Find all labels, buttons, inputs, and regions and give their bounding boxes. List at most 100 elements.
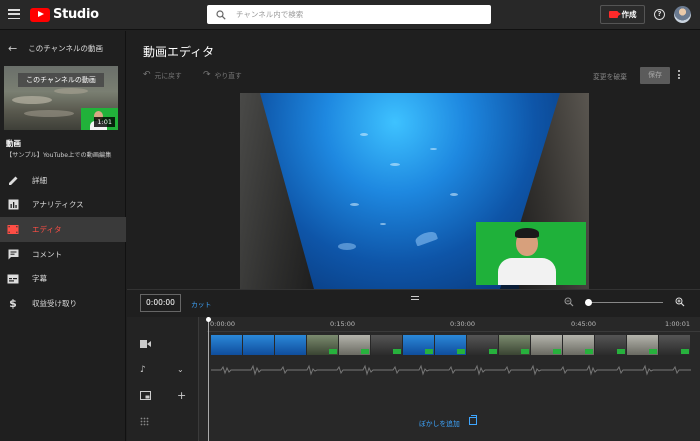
frame-pip — [361, 349, 369, 354]
frame-pip — [649, 349, 657, 354]
preview-fish — [350, 203, 359, 206]
add-blur-link[interactable]: ぼかしを追加 — [419, 418, 460, 428]
frame-pip — [457, 349, 465, 354]
time-tick: 1:00:01 — [665, 320, 691, 328]
timeline-header: 0:00:00 カット — [127, 290, 700, 314]
sidebar-nav: 詳細 アナリティクス エディタ コメント 字幕 $ 収益受け取り — [0, 168, 126, 316]
presenter-overlay — [476, 222, 586, 285]
frame-pip — [585, 349, 593, 354]
zoom-slider-knob[interactable] — [585, 299, 592, 306]
sidebar-item-label: 字幕 — [32, 274, 47, 284]
film-icon — [7, 223, 19, 235]
end-screen-icon — [140, 391, 151, 400]
track-controls: ♪ ⌄ + — [127, 317, 199, 441]
video-frame — [243, 335, 274, 355]
playhead[interactable] — [206, 317, 211, 441]
frame-pip — [521, 349, 529, 354]
sidebar-item-label: エディタ — [32, 224, 62, 234]
time-ruler[interactable]: 0:00:00 0:15:00 0:30:00 0:45:00 1:00:01 — [207, 317, 700, 331]
add-icon[interactable]: + — [177, 389, 186, 402]
frame-pip — [425, 349, 433, 354]
sidebar-item-label: アナリティクス — [32, 200, 84, 210]
sidebar-item-details[interactable]: 詳細 — [0, 168, 126, 193]
chevron-down-icon[interactable]: ⌄ — [177, 365, 184, 374]
video-preview[interactable] — [240, 93, 589, 289]
youtube-logo-icon — [30, 7, 50, 22]
video-frame — [595, 335, 626, 355]
timeline: 0:00:00 カット ♪ ⌄ + 0:00:00 0:15:00 0:30:0… — [127, 289, 700, 441]
sidebar: ← このチャンネルの動画 このチャンネルの動画 1:01 動画 【サンプル】Yo… — [0, 31, 126, 441]
save-button[interactable]: 保存 — [640, 67, 670, 84]
drag-handle-icon[interactable] — [411, 296, 419, 302]
thumbnail-duration: 1:01 — [94, 117, 115, 127]
current-time-field[interactable]: 0:00:00 — [140, 294, 181, 312]
zoom-in-icon[interactable] — [675, 297, 685, 307]
music-note-icon: ♪ — [140, 365, 146, 375]
video-title: 動画 — [6, 139, 21, 148]
preview-fish — [360, 133, 368, 136]
back-label: このチャンネルの動画 — [28, 43, 103, 53]
audio-waveform-graphic — [211, 364, 691, 376]
search-input[interactable] — [236, 10, 476, 19]
zoom-out-icon[interactable] — [564, 297, 574, 307]
video-subtitle: 【サンプル】YouTube上での動画編集 — [6, 152, 112, 159]
video-frame — [659, 335, 690, 355]
preview-fish — [380, 223, 386, 225]
video-track[interactable] — [211, 335, 691, 355]
thumbnail-overlay: このチャンネルの動画 — [18, 73, 104, 87]
cut-button[interactable]: カット — [191, 299, 211, 309]
undo-label: 元に戻す — [154, 72, 182, 80]
external-link-icon[interactable] — [469, 415, 477, 425]
subtitles-icon — [7, 273, 19, 285]
top-bar: Studio 作成 ? — [0, 0, 700, 30]
help-icon[interactable]: ? — [654, 9, 665, 20]
redo-icon: ↷ — [203, 70, 211, 80]
pencil-icon — [7, 174, 19, 186]
video-frame — [371, 335, 402, 355]
menu-icon[interactable] — [8, 9, 20, 20]
preview-fish — [390, 163, 400, 166]
timeline-tracks: ♪ ⌄ + 0:00:00 0:15:00 0:30:00 0:45:00 1:… — [127, 317, 700, 441]
redo-button[interactable]: ↷ やり直す — [203, 70, 242, 80]
video-thumbnail[interactable]: このチャンネルの動画 1:01 — [4, 66, 118, 130]
presenter-shirt — [498, 258, 556, 285]
undo-button[interactable]: ↶ 元に戻す — [143, 70, 182, 80]
audio-waveform[interactable] — [211, 364, 691, 376]
zoom-slider[interactable] — [585, 299, 663, 306]
sidebar-item-analytics[interactable]: アナリティクス — [0, 193, 126, 218]
video-frame — [275, 335, 306, 355]
search-bar[interactable] — [207, 5, 491, 24]
time-tick: 0:15:00 — [330, 320, 356, 328]
dollar-icon: $ — [9, 296, 17, 310]
video-frame — [307, 335, 338, 355]
analytics-icon — [7, 199, 19, 211]
sidebar-item-label: 詳細 — [32, 175, 47, 185]
video-frame — [563, 335, 594, 355]
page-title: 動画エディタ — [143, 45, 215, 59]
frame-pip — [489, 349, 497, 354]
sidebar-item-comments[interactable]: コメント — [0, 242, 126, 267]
thumb-fish — [54, 88, 88, 94]
sidebar-item-subtitles[interactable]: 字幕 — [0, 266, 126, 291]
blur-icon — [140, 417, 149, 426]
sidebar-item-label: コメント — [32, 249, 62, 259]
back-to-videos[interactable]: ← このチャンネルの動画 — [0, 39, 126, 57]
preview-ray — [338, 243, 356, 250]
video-track-icon — [140, 340, 151, 348]
comment-icon — [7, 248, 19, 260]
youtube-studio-logo[interactable]: Studio — [30, 7, 99, 22]
create-button[interactable]: 作成 — [600, 5, 645, 24]
video-frame — [435, 335, 466, 355]
sidebar-item-monetization[interactable]: $ 収益受け取り — [0, 291, 126, 316]
time-tick: 0:00:00 — [210, 320, 236, 328]
sidebar-item-editor[interactable]: エディタ — [0, 217, 126, 242]
search-icon — [216, 9, 226, 20]
preview-fish — [430, 148, 437, 150]
thumb-fish — [12, 96, 52, 104]
discard-changes-button[interactable]: 変更を破棄 — [593, 71, 627, 81]
avatar[interactable] — [674, 6, 691, 23]
video-frame — [211, 335, 242, 355]
undo-icon: ↶ — [143, 70, 151, 80]
more-options-icon[interactable] — [678, 70, 681, 81]
time-tick: 0:45:00 — [571, 320, 597, 328]
